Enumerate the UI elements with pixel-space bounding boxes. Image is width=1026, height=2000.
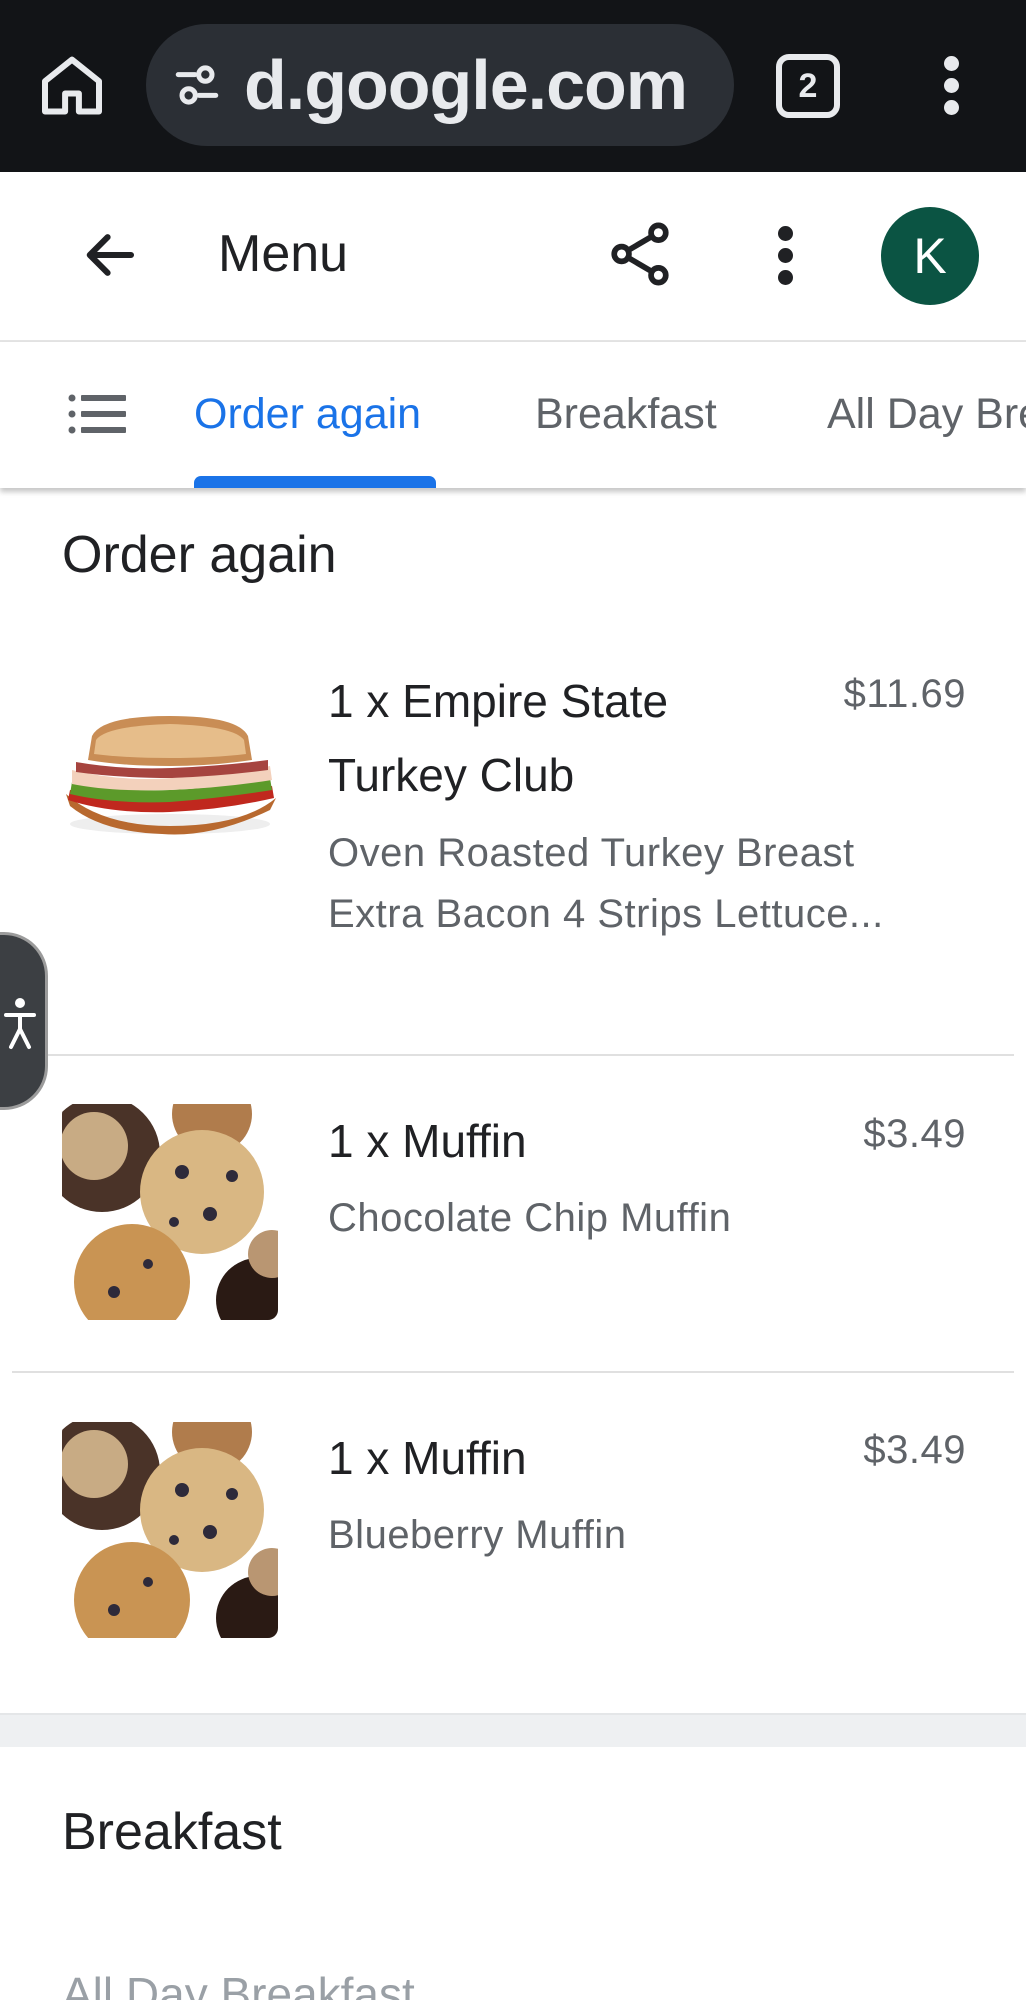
- address-bar[interactable]: d.google.com: [146, 24, 734, 146]
- more-options-icon[interactable]: [764, 222, 806, 288]
- section-title-all-day-breakfast: All Day Breakfast: [62, 1968, 415, 2000]
- item-price: $3.49: [863, 1428, 966, 1472]
- site-settings-icon[interactable]: [172, 60, 222, 110]
- item-name[interactable]: 1 x Empire State Turkey Club: [328, 664, 798, 812]
- tab-switcher-button[interactable]: 2: [776, 54, 840, 118]
- item-name[interactable]: 1 x Muffin: [328, 1104, 798, 1178]
- accessibility-icon: [2, 993, 38, 1053]
- avatar[interactable]: K: [881, 207, 979, 305]
- section-separator: [0, 1713, 1026, 1747]
- tab-all-day-breakfast[interactable]: All Day Breakfast: [827, 388, 1026, 440]
- item-name[interactable]: 1 x Muffin: [328, 1421, 798, 1495]
- tab-breakfast[interactable]: Breakfast: [535, 388, 717, 440]
- active-tab-indicator: [194, 476, 436, 488]
- item-price: $3.49: [863, 1112, 966, 1156]
- share-icon[interactable]: [606, 218, 674, 290]
- item-description: Blueberry Muffin: [328, 1513, 627, 1557]
- section-title-breakfast: Breakfast: [62, 1803, 282, 1861]
- back-arrow-icon[interactable]: [76, 222, 142, 288]
- section-title-order-again: Order again: [62, 526, 337, 584]
- item-price: $11.69: [843, 672, 966, 716]
- item-description: Chocolate Chip Muffin: [328, 1196, 732, 1240]
- category-list-icon[interactable]: [68, 392, 126, 436]
- category-tab-bar: Order again Breakfast All Day Breakfast: [0, 342, 1026, 488]
- muffin-image[interactable]: [62, 1422, 278, 1638]
- home-icon[interactable]: [36, 50, 108, 122]
- turkey-club-image[interactable]: [62, 666, 278, 882]
- muffin-image[interactable]: [62, 1104, 278, 1320]
- browser-toolbar: d.google.com 2: [0, 0, 1026, 172]
- item-divider: [12, 1054, 1014, 1056]
- item-divider: [12, 1371, 1014, 1373]
- url-text[interactable]: d.google.com: [244, 46, 688, 124]
- app-header: Menu K: [0, 172, 1026, 342]
- tab-order-again[interactable]: Order again: [194, 388, 421, 440]
- accessibility-button[interactable]: [0, 932, 48, 1110]
- page-title: Menu: [218, 225, 349, 283]
- browser-menu-icon[interactable]: [932, 56, 972, 116]
- item-description: Oven Roasted Turkey Breast Extra Bacon 4…: [328, 831, 884, 936]
